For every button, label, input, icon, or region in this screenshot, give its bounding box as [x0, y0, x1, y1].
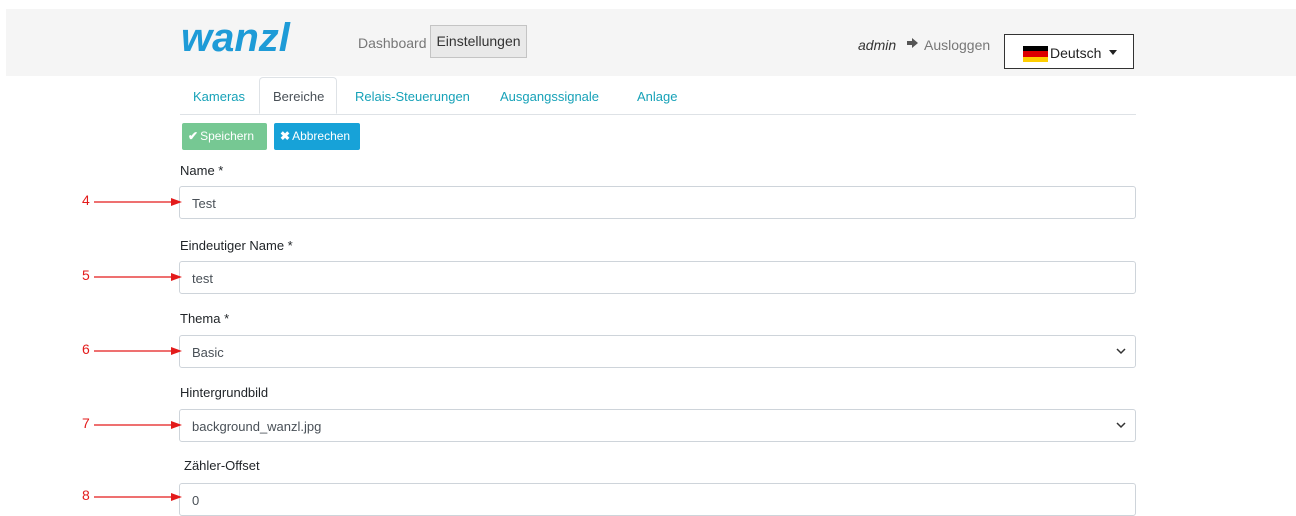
nav-settings[interactable]: Einstellungen — [430, 25, 527, 58]
theme-select[interactable]: Basic — [179, 335, 1136, 368]
top-navbar: wanzl Dashboard Einstellungen admin Ausl… — [6, 9, 1296, 76]
close-icon: ✖ — [280, 129, 291, 143]
svg-text:wanzl: wanzl — [181, 21, 291, 55]
annotation-arrow-7: 7 — [82, 415, 182, 432]
settings-tabs: Kameras Bereiche Relais-Steuerungen Ausg… — [180, 77, 1136, 115]
username: admin — [858, 37, 897, 53]
chevron-down-icon — [1116, 348, 1126, 355]
logout-link[interactable]: Ausloggen — [924, 37, 990, 53]
annotation-arrow-8: 8 — [82, 487, 182, 504]
tab-anlage[interactable]: Anlage — [637, 89, 677, 104]
tab-relais-steuerungen[interactable]: Relais-Steuerungen — [355, 89, 470, 104]
unique-name-input[interactable]: test — [179, 261, 1136, 294]
background-image-select[interactable]: background_wanzl.jpg — [179, 409, 1136, 442]
tab-ausgangssignale[interactable]: Ausgangssignale — [500, 89, 599, 104]
tab-kameras[interactable]: Kameras — [193, 89, 245, 104]
background-image-label: Hintergrundbild — [180, 385, 269, 400]
check-icon: ✔ — [188, 129, 199, 143]
wanzl-logo[interactable]: wanzl — [181, 21, 349, 55]
language-label: Deutsch — [1050, 45, 1102, 61]
cancel-button[interactable]: ✖ Abbrechen — [274, 123, 360, 150]
nav-dashboard[interactable]: Dashboard — [358, 28, 427, 59]
save-button[interactable]: ✔ Speichern — [182, 123, 267, 150]
german-flag-icon — [1023, 46, 1048, 62]
annotation-arrow-5: 5 — [82, 267, 182, 284]
sign-out-icon — [907, 38, 918, 48]
counter-offset-input[interactable]: 0 — [179, 483, 1136, 516]
name-label: Name * — [180, 163, 224, 178]
caret-down-icon — [1109, 50, 1117, 55]
tab-bereiche[interactable]: Bereiche — [259, 77, 338, 114]
language-dropdown[interactable]: Deutsch — [1004, 34, 1134, 69]
chevron-down-icon — [1116, 422, 1126, 429]
counter-offset-label: Zähler-Offset — [184, 458, 260, 473]
annotation-arrow-4: 4 — [82, 192, 182, 209]
theme-label: Thema * — [180, 311, 230, 326]
annotation-arrow-6: 6 — [82, 341, 182, 358]
unique-name-label: Eindeutiger Name * — [180, 238, 293, 253]
name-input[interactable]: Test — [179, 186, 1136, 219]
